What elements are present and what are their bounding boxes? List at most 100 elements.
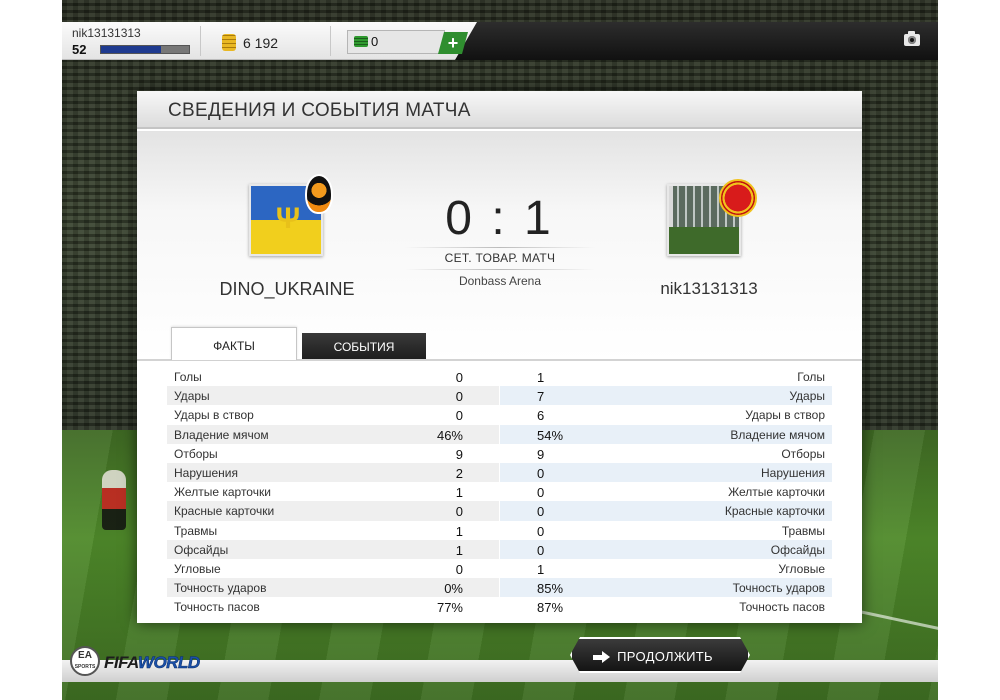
stat-value-away: 0 — [537, 465, 545, 481]
manchester-united-crest-icon — [719, 179, 757, 217]
continue-button[interactable]: ПРОДОЛЖИТЬ — [570, 637, 750, 673]
stat-divider — [499, 386, 500, 406]
stat-value-home: 77% — [436, 600, 463, 616]
home-team-badge: Ψ — [249, 174, 333, 256]
coins-value: 6 192 — [243, 35, 279, 51]
ea-logo-text: EA — [78, 650, 92, 661]
divider — [405, 269, 595, 270]
logo-world-text: WORLD — [137, 653, 201, 673]
stat-value-away: 7 — [537, 389, 545, 405]
stat-row: Удары в створ 0 6 Удары в створ — [167, 405, 832, 425]
stat-row-away-bg — [500, 367, 832, 386]
stat-label-home: Офсайды — [174, 542, 229, 557]
stat-row: Точность ударов 0% 85% Точность ударов — [167, 578, 832, 598]
stat-value-away: 0 — [537, 485, 545, 501]
stat-label-home: Травмы — [174, 523, 218, 538]
match-details-panel: СВЕДЕНИЯ И СОБЫТИЯ МАТЧА Ψ DINO_UKRAINE … — [137, 91, 862, 623]
stat-value-home: 1 — [455, 485, 463, 501]
stat-label-away: Офсайды — [770, 542, 825, 557]
stat-row: Травмы 1 0 Травмы — [167, 520, 832, 540]
stat-value-home: 46% — [436, 427, 463, 443]
stat-label-away: Нарушения — [760, 465, 825, 480]
shakhtar-crest-icon — [305, 174, 333, 214]
stat-divider — [499, 424, 500, 444]
stat-value-away: 0 — [537, 542, 545, 558]
divider — [405, 247, 595, 248]
stat-value-home: 9 — [455, 446, 463, 462]
stat-label-away: Угловые — [778, 561, 825, 576]
stat-label-away: Владение мячом — [730, 427, 825, 442]
stat-label-away: Травмы — [781, 523, 825, 538]
stat-row: Красные карточки 0 0 Красные карточки — [167, 501, 832, 521]
stat-row: Владение мячом 46% 54% Владение мячом — [167, 424, 832, 444]
stat-row: Желтые карточки 1 0 Желтые карточки — [167, 482, 832, 502]
player-figure — [102, 470, 126, 530]
stadium-name: Donbass Arena — [458, 274, 542, 288]
xp-progress-fill — [101, 46, 161, 53]
stat-divider — [499, 520, 500, 540]
tab-events[interactable]: СОБЫТИЯ — [302, 333, 426, 360]
stat-value-home: 0 — [455, 408, 463, 424]
stat-value-away: 1 — [537, 561, 545, 577]
continue-button-content: ПРОДОЛЖИТЬ — [572, 639, 748, 671]
stat-label-home: Удары — [174, 389, 210, 404]
stat-label-home: Владение мячом — [174, 427, 269, 442]
top-bar-dark-section — [455, 22, 938, 60]
stat-label-home: Точность пасов — [174, 600, 260, 615]
home-team-name: DINO_UKRAINE — [219, 279, 355, 299]
stat-value-home: 1 — [455, 523, 463, 539]
stat-divider — [499, 501, 500, 521]
stat-label-home: Отборы — [174, 446, 218, 461]
stat-value-away: 0 — [537, 523, 545, 539]
stat-label-home: Голы — [174, 370, 202, 384]
stat-divider — [499, 443, 500, 463]
stat-value-home: 0 — [455, 370, 463, 385]
trident-icon: Ψ — [275, 202, 301, 235]
stat-value-away: 1 — [537, 370, 545, 385]
stat-divider — [499, 405, 500, 425]
stat-label-away: Точность пасов — [739, 600, 825, 615]
stat-value-home: 0 — [455, 504, 463, 520]
stat-divider — [499, 482, 500, 502]
ea-sports-logo: EA — [70, 646, 100, 676]
logo-fifa-text: FIFA — [104, 653, 138, 672]
tab-facts[interactable]: ФАКТЫ — [171, 327, 297, 360]
stat-label-away: Удары — [789, 389, 825, 404]
stat-value-away: 6 — [537, 408, 545, 424]
match-score: 0 : 1 — [445, 192, 554, 245]
stat-label-home: Красные карточки — [174, 504, 275, 519]
stat-row: Офсайды 1 0 Офсайды — [167, 539, 832, 559]
stat-label-away: Голы — [797, 370, 825, 384]
stat-value-home: 0 — [455, 561, 463, 577]
stat-row: Нарушения 2 0 Нарушения — [167, 462, 832, 483]
camera-icon[interactable] — [904, 31, 920, 46]
stat-divider — [499, 597, 500, 617]
stat-value-home: 2 — [455, 465, 463, 481]
panel-title: СВЕДЕНИЯ И СОБЫТИЯ МАТЧА — [168, 100, 471, 121]
stat-divider — [499, 578, 500, 598]
match-type: СЕТ. ТОВАР. МАТЧ — [444, 251, 556, 265]
stat-row: Угловые 0 1 Угловые — [167, 558, 832, 579]
stat-divider — [499, 539, 500, 559]
ea-sports-text: SPORTS — [74, 664, 96, 670]
stat-value-away: 9 — [537, 446, 545, 462]
stat-value-away: 87% — [537, 600, 564, 616]
coins-icon — [222, 34, 236, 51]
stat-value-away: 85% — [537, 581, 564, 597]
stat-row-away-bg — [500, 386, 832, 406]
points-icon — [354, 36, 368, 47]
stat-divider — [499, 462, 500, 483]
stat-label-home: Удары в створ — [174, 408, 254, 423]
stat-label-away: Желтые карточки — [728, 485, 825, 500]
user-level: 52 — [72, 42, 87, 57]
continue-label: ПРОДОЛЖИТЬ — [617, 649, 713, 664]
stat-divider — [499, 367, 500, 387]
username: nik13131313 — [72, 26, 141, 40]
stats-table: Голы 0 1 Голы Удары 0 7 Удары Удары в створ 0 6 Уда… — [167, 367, 832, 617]
stat-label-home: Желтые карточки — [174, 485, 271, 500]
stat-row: Точность пасов 77% 87% Точность пасов — [167, 597, 832, 617]
stat-label-away: Удары в створ — [745, 408, 825, 423]
fifa-world-logo: FIFAWORLD — [104, 653, 200, 673]
stat-row: Удары 0 7 Удары — [167, 386, 832, 406]
stat-label-home: Нарушения — [174, 465, 239, 480]
